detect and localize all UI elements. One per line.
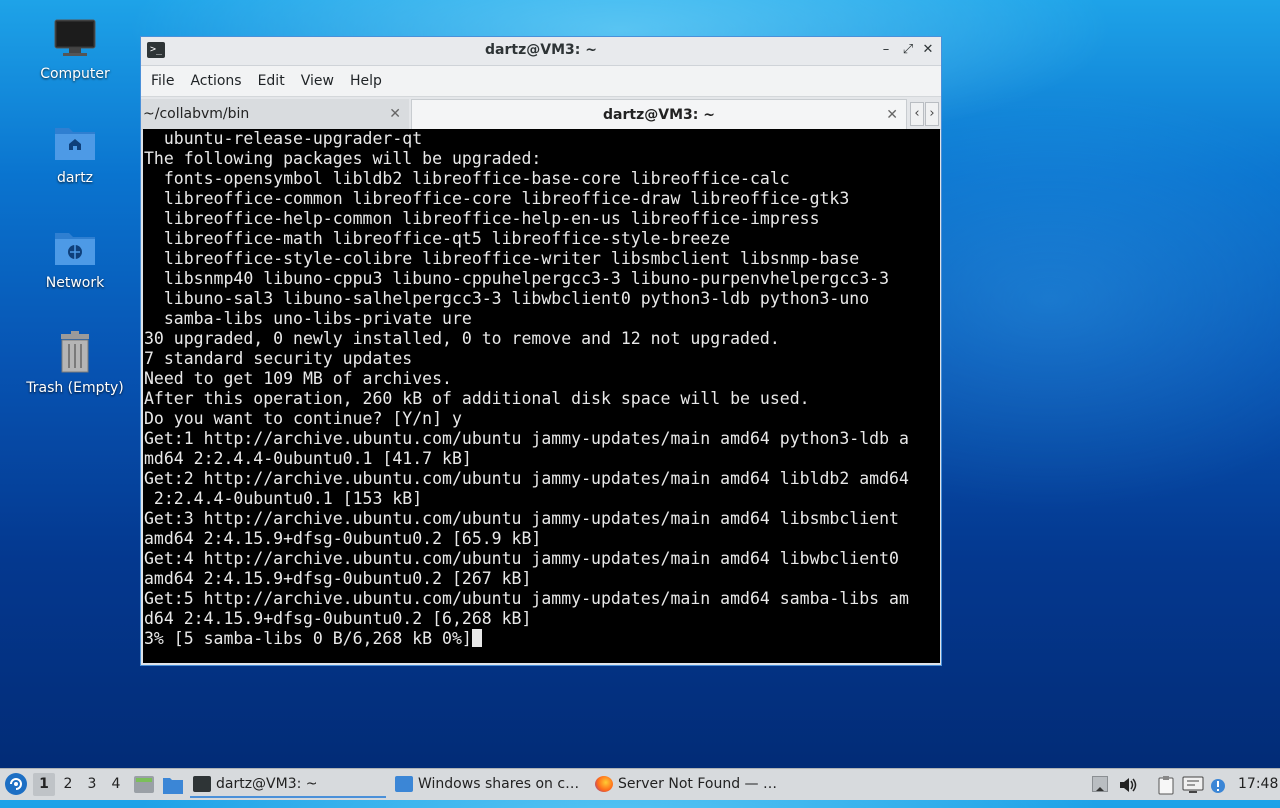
home-folder-icon	[53, 120, 97, 164]
menu-actions[interactable]: Actions	[182, 73, 249, 89]
terminal-line: libsnmp40 libuno-cppu3 libuno-cppuhelper…	[144, 269, 890, 288]
window-title: dartz@VM3: ~	[485, 42, 597, 58]
terminal-line: amd64 2:4.15.9+dfsg-0ubuntu0.2 [267 kB]	[144, 569, 532, 588]
terminal-line: amd64 2:4.15.9+dfsg-0ubuntu0.2 [65.9 kB]	[144, 529, 542, 548]
task-firefox[interactable]: Server Not Found — …	[592, 771, 788, 798]
terminal-line: libuno-sal3 libuno-salhelpergcc3-3 libwb…	[144, 289, 870, 308]
computer-icon	[53, 16, 97, 60]
task-terminal[interactable]: dartz@VM3: ~	[190, 771, 386, 798]
maximize-button[interactable]: ⤢	[899, 40, 917, 60]
trash-icon	[53, 330, 97, 374]
folder-icon	[395, 776, 413, 792]
desktop-icon-label: Network	[45, 275, 105, 291]
menu-edit[interactable]: Edit	[250, 73, 293, 89]
minimize-button[interactable]: –	[877, 40, 895, 60]
tab-close-icon[interactable]: ✕	[886, 100, 898, 130]
menu-view[interactable]: View	[293, 73, 342, 89]
terminal-line: samba-libs uno-libs-private ure	[144, 309, 472, 328]
terminal-line: Do you want to continue? [Y/n] y	[144, 409, 462, 428]
task-label: dartz@VM3: ~	[216, 776, 318, 792]
terminal-line: d64 2:4.15.9+dfsg-0ubuntu0.2 [6,268 kB]	[144, 609, 532, 628]
desktop-icon-network[interactable]: Network	[10, 225, 140, 291]
tab-scroll-right-icon[interactable]: ›	[925, 102, 939, 126]
tab-collabvm-bin[interactable]: ~/collabvm/bin ✕	[141, 99, 409, 129]
workspace-1[interactable]: 1	[33, 773, 55, 796]
task-label: Server Not Found — …	[618, 776, 777, 792]
workspace-2[interactable]: 2	[57, 773, 79, 796]
menu-help[interactable]: Help	[342, 73, 390, 89]
desktop-icon-label: Computer	[40, 66, 110, 82]
desktop-icon-home[interactable]: dartz	[10, 120, 140, 186]
network-status-icon[interactable]	[1182, 775, 1204, 795]
terminal-line: Get:2 http://archive.ubuntu.com/ubuntu j…	[144, 469, 909, 488]
terminal-line: libreoffice-style-colibre libreoffice-wr…	[144, 249, 860, 268]
show-desktop-icon[interactable]	[133, 774, 155, 796]
terminal-line: libreoffice-math libreoffice-qt5 libreof…	[144, 229, 731, 248]
terminal-line: 2:2.4.4-0ubuntu0.1 [153 kB]	[144, 489, 423, 508]
file-manager-icon[interactable]	[162, 775, 184, 795]
tab-label: dartz@VM3: ~	[603, 107, 715, 123]
terminal-line: Get:4 http://archive.ubuntu.com/ubuntu j…	[144, 549, 899, 568]
terminal-line: 7 standard security updates	[144, 349, 413, 368]
clock[interactable]: 17:48	[1238, 769, 1278, 800]
terminal-output[interactable]: ubuntu-release-upgrader-qt The following …	[143, 129, 940, 663]
terminal-line: ubuntu-release-upgrader-qt	[144, 129, 423, 148]
clipboard-icon[interactable]	[1156, 775, 1176, 795]
terminal-line: md64 2:2.4.4-0ubuntu0.1 [41.7 kB]	[144, 449, 472, 468]
menu-file[interactable]: File	[143, 73, 182, 89]
terminal-line: Need to get 109 MB of archives.	[144, 369, 452, 388]
taskbar: 1 2 3 4 dartz@VM3: ~ Windows shares on c…	[0, 768, 1280, 800]
terminal-cursor	[471, 629, 482, 647]
desktop-icon-label: dartz	[56, 170, 94, 186]
task-label: Windows shares on c…	[418, 776, 580, 792]
tab-dartz-vm3[interactable]: dartz@VM3: ~ ✕	[411, 99, 907, 129]
firefox-icon	[595, 776, 613, 792]
network-folder-icon	[53, 225, 97, 269]
close-button[interactable]: ✕	[919, 40, 937, 60]
terminal-line: fonts-opensymbol libldb2 libreoffice-bas…	[144, 169, 790, 188]
update-notifier-icon[interactable]	[1210, 775, 1226, 793]
desktop-icon-trash[interactable]: Trash (Empty)	[10, 330, 140, 396]
terminal-line: libreoffice-help-common libreoffice-help…	[144, 209, 820, 228]
workspace-3[interactable]: 3	[81, 773, 103, 796]
terminal-icon	[193, 776, 211, 792]
window-titlebar[interactable]: >_ dartz@VM3: ~ – ⤢ ✕	[141, 37, 941, 66]
tab-label: ~/collabvm/bin	[143, 106, 250, 122]
desktop-icon-computer[interactable]: Computer	[10, 16, 140, 82]
terminal-line: After this operation, 260 kB of addition…	[144, 389, 810, 408]
tray-expand-icon[interactable]	[1092, 776, 1108, 792]
terminal-line: Get:1 http://archive.ubuntu.com/ubuntu j…	[144, 429, 909, 448]
terminal-progress-line: 3% [5 samba-libs 0 B/6,268 kB 0%]	[144, 629, 940, 649]
terminal-line: 30 upgraded, 0 newly installed, 0 to rem…	[144, 329, 780, 348]
desktop-icon-label: Trash (Empty)	[26, 380, 124, 396]
terminal-line: The following packages will be upgraded:	[144, 149, 542, 168]
tab-scroll-left-icon[interactable]: ‹	[910, 102, 924, 126]
volume-icon[interactable]	[1118, 775, 1138, 795]
workspace-4[interactable]: 4	[105, 773, 127, 796]
terminal-progress-text: 3% [5 samba-libs 0 B/6,268 kB 0%]	[144, 629, 472, 648]
terminal-line: libreoffice-common libreoffice-core libr…	[144, 189, 850, 208]
tab-bar: ~/collabvm/bin ✕ dartz@VM3: ~ ✕ ‹ ›	[141, 97, 941, 130]
tab-close-icon[interactable]: ✕	[389, 99, 401, 129]
start-menu-icon[interactable]	[4, 772, 28, 796]
task-file-manager[interactable]: Windows shares on c…	[392, 771, 584, 798]
terminal-window[interactable]: >_ dartz@VM3: ~ – ⤢ ✕ File Actions Edit …	[140, 36, 942, 666]
terminal-line: Get:3 http://archive.ubuntu.com/ubuntu j…	[144, 509, 899, 528]
menu-bar: File Actions Edit View Help	[141, 66, 941, 97]
terminal-line: Get:5 http://archive.ubuntu.com/ubuntu j…	[144, 589, 909, 608]
